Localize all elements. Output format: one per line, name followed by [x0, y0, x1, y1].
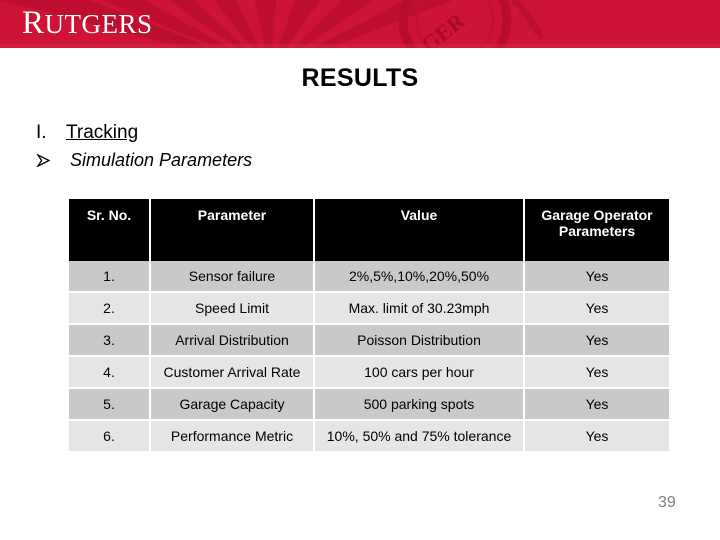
cell-value: Poisson Distribution	[314, 324, 525, 357]
cell-value: 500 parking spots	[314, 388, 525, 421]
cell-value: Max. limit of 30.23mph	[314, 292, 525, 325]
cell-parameter: Performance Metric	[150, 420, 315, 453]
cell-sr-no: 4.	[69, 356, 151, 389]
cell-garage: Yes	[524, 261, 669, 293]
table-row: 1. Sensor failure 2%,5%,10%,20%,50% Yes	[69, 261, 669, 293]
page-number: 39	[658, 494, 676, 511]
outline-list: I. Tracking Simulation Parameters	[36, 122, 686, 171]
column-header-parameter: Parameter	[150, 199, 315, 261]
roman-numeral-marker: I.	[36, 122, 47, 143]
outline-item-simulation-parameters-label: Simulation Parameters	[70, 150, 253, 170]
rutgers-wordmark-rest: UTGERS	[44, 9, 153, 39]
cell-parameter: Garage Capacity	[150, 388, 315, 421]
cell-garage: Yes	[524, 420, 669, 453]
column-header-sr-no: Sr. No.	[69, 199, 151, 261]
outline-item-simulation-parameters: Simulation Parameters	[36, 150, 686, 171]
svg-text:GER: GER	[417, 7, 471, 48]
cell-parameter: Speed Limit	[150, 292, 315, 325]
table-row: 6. Performance Metric 10%, 50% and 75% t…	[69, 420, 669, 453]
arrow-bullet-icon	[36, 152, 70, 170]
cell-sr-no: 6.	[69, 420, 151, 453]
rutgers-wordmark-logo: RUTGERS	[22, 5, 153, 41]
outline-item-tracking: I. Tracking	[36, 122, 686, 144]
cell-garage: Yes	[524, 324, 669, 357]
cell-sr-no: 5.	[69, 388, 151, 421]
cell-sr-no: 2.	[69, 292, 151, 325]
table-row: 3. Arrival Distribution Poisson Distribu…	[69, 324, 669, 357]
table-row: 5. Garage Capacity 500 parking spots Yes	[69, 388, 669, 421]
cell-garage: Yes	[524, 388, 669, 421]
cell-sr-no: 1.	[69, 261, 151, 293]
cell-parameter: Sensor failure	[150, 261, 315, 293]
rutgers-wordmark-initial: R	[22, 5, 45, 41]
cell-parameter: Arrival Distribution	[150, 324, 315, 357]
cell-garage: Yes	[524, 292, 669, 325]
simulation-parameters-table: Sr. No. Parameter Value Garage Operator …	[69, 199, 669, 453]
table-row: 4. Customer Arrival Rate 100 cars per ho…	[69, 356, 669, 389]
cell-parameter: Customer Arrival Rate	[150, 356, 315, 389]
page-title: RESULTS	[301, 64, 419, 92]
cell-value: 2%,5%,10%,20%,50%	[314, 261, 525, 293]
column-header-garage-operator-parameters: Garage Operator Parameters	[524, 199, 669, 261]
cell-sr-no: 3.	[69, 324, 151, 357]
table-header-row: Sr. No. Parameter Value Garage Operator …	[69, 199, 669, 261]
cell-value: 100 cars per hour	[314, 356, 525, 389]
column-header-value: Value	[314, 199, 525, 261]
cell-garage: Yes	[524, 356, 669, 389]
table-row: 2. Speed Limit Max. limit of 30.23mph Ye…	[69, 292, 669, 325]
brand-header-band: GER RUTGERS	[0, 0, 720, 48]
outline-item-tracking-label: Tracking	[66, 122, 139, 143]
cell-value: 10%, 50% and 75% tolerance	[314, 420, 525, 453]
